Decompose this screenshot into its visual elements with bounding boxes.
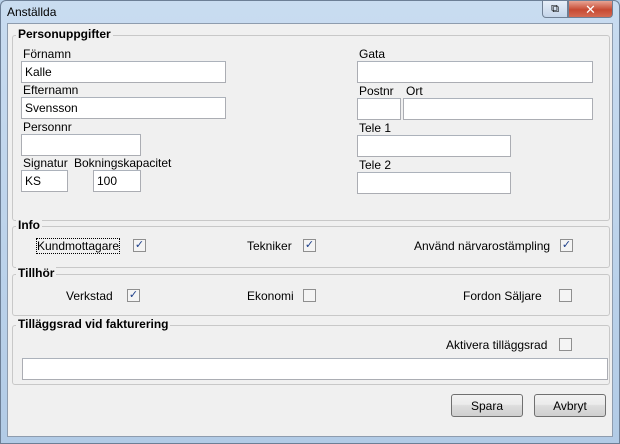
fornamn-label: Förnamn: [23, 47, 72, 61]
cancel-button[interactable]: Avbryt: [534, 394, 606, 417]
verkstad-checkbox[interactable]: ✓: [127, 289, 140, 302]
tekniker-checkbox[interactable]: ✓: [303, 239, 316, 252]
efternamn-label: Efternamn: [23, 83, 79, 97]
ort-input[interactable]: [403, 98, 593, 120]
kundmottagare-label[interactable]: Kundmottagare: [35, 238, 121, 254]
personuppgifter-group: Personuppgifter Förnamn Efternamn Person…: [12, 27, 610, 221]
title-bar[interactable]: Anställda ⧉ ✕: [1, 1, 619, 23]
aktivera-tillaggsrad-checkbox[interactable]: [559, 338, 572, 351]
bokningskapacitet-input[interactable]: [93, 170, 141, 192]
personnr-label: Personnr: [23, 120, 72, 134]
tillhor-group: Tillhör Verkstad ✓ Ekonomi Fordon Säljar…: [12, 266, 610, 316]
personuppgifter-legend: Personuppgifter: [16, 27, 113, 41]
kundmottagare-checkbox[interactable]: ✓: [133, 239, 146, 252]
narvarostampling-label[interactable]: Använd närvarostämpling: [414, 239, 550, 253]
tele1-input[interactable]: [357, 135, 511, 157]
dialog-client-area: Personuppgifter Förnamn Efternamn Person…: [7, 23, 613, 437]
info-legend: Info: [16, 218, 42, 232]
ekonomi-checkbox[interactable]: [303, 289, 316, 302]
personnr-input[interactable]: [21, 134, 141, 156]
fornamn-input[interactable]: [21, 61, 226, 83]
narvarostampling-checkbox[interactable]: ✓: [560, 239, 573, 252]
ort-label: Ort: [406, 84, 423, 98]
tele2-label: Tele 2: [359, 158, 392, 172]
aktivera-tillaggsrad-label[interactable]: Aktivera tilläggsrad: [446, 338, 547, 352]
restore-icon[interactable]: ⧉: [542, 1, 568, 18]
fordon-saljare-checkbox[interactable]: [559, 289, 572, 302]
info-group: Info Kundmottagare ✓ Tekniker ✓ Använd n…: [12, 218, 610, 268]
gata-input[interactable]: [357, 61, 593, 83]
tillaggsrad-input[interactable]: [22, 358, 608, 380]
postnr-label: Postnr: [359, 84, 394, 98]
tillaggsrad-group: Tilläggsrad vid fakturering Aktivera til…: [12, 317, 610, 385]
efternamn-input[interactable]: [21, 97, 226, 119]
tele2-input[interactable]: [357, 172, 511, 194]
close-icon[interactable]: ✕: [568, 1, 613, 18]
signatur-input[interactable]: [21, 170, 68, 192]
tekniker-label[interactable]: Tekniker: [247, 239, 292, 253]
window-title: Anställda: [7, 5, 57, 19]
fordon-saljare-label[interactable]: Fordon Säljare: [463, 289, 542, 303]
gata-label: Gata: [359, 47, 386, 61]
verkstad-label[interactable]: Verkstad: [66, 289, 113, 303]
signatur-label: Signatur: [23, 156, 68, 170]
bokningskapacitet-label: Bokningskapacitet: [74, 156, 172, 170]
tillaggsrad-legend: Tilläggsrad vid fakturering: [16, 317, 171, 331]
postnr-input[interactable]: [357, 98, 401, 120]
employee-dialog-window: Anställda ⧉ ✕ Personuppgifter Förnamn Ef…: [0, 0, 620, 444]
tillhor-legend: Tillhör: [16, 266, 57, 280]
save-button[interactable]: Spara: [451, 394, 523, 417]
tele1-label: Tele 1: [359, 121, 392, 135]
ekonomi-label[interactable]: Ekonomi: [247, 289, 294, 303]
